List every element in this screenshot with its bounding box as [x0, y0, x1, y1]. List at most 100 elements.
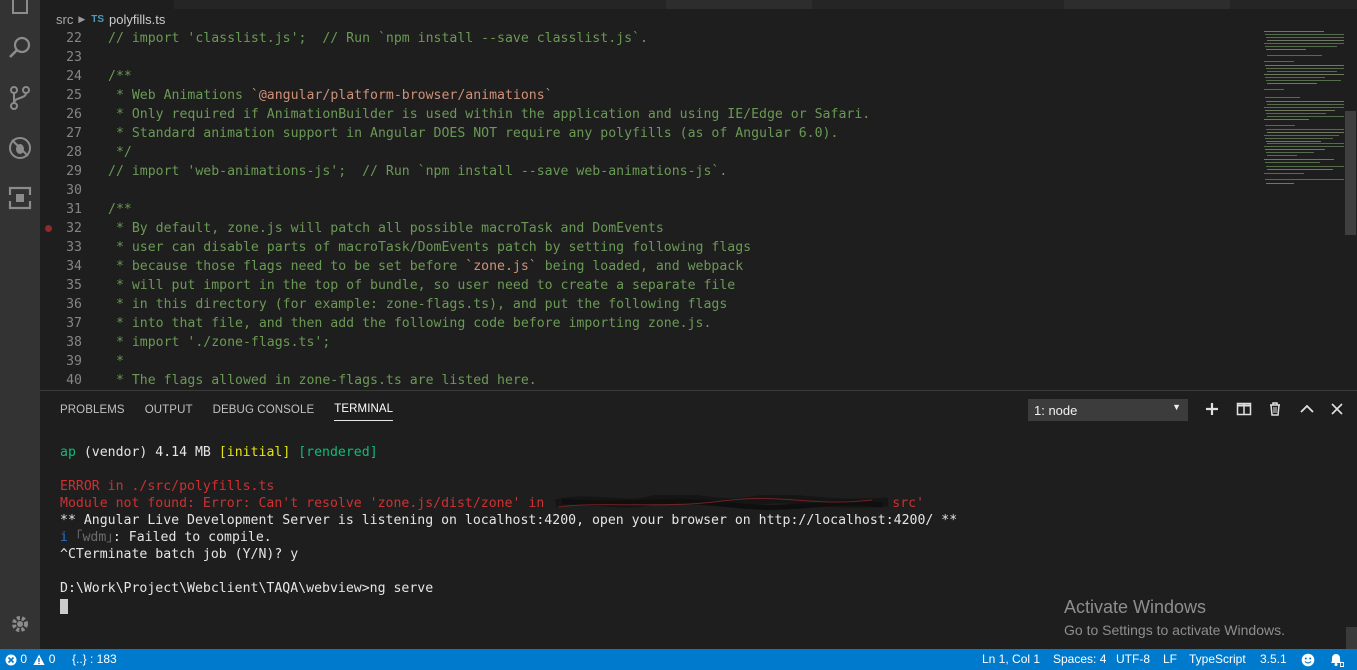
terminal-line: ^CTerminate batch job (Y/N)? y [60, 546, 298, 563]
terminal-text: ap [60, 445, 76, 460]
code-line[interactable]: 40 * The flags allowed in zone-flags.ts … [40, 371, 1220, 390]
split-terminal-button[interactable] [1233, 399, 1255, 419]
breadcrumb-file[interactable]: polyfills.ts [109, 12, 165, 27]
typescript-version[interactable]: 3.5.1 [1260, 649, 1287, 670]
maximize-panel-button[interactable] [1296, 399, 1318, 419]
tab[interactable] [666, 0, 812, 9]
code-text: * in this directory (for example: zone-f… [108, 295, 727, 314]
code-line[interactable]: 31 /** [40, 200, 1220, 219]
warning-icon [33, 654, 45, 665]
minimap-line [1267, 40, 1345, 41]
close-panel-button[interactable] [1326, 399, 1348, 419]
code-line[interactable]: 32 * By default, zone.js will patch all … [40, 219, 1220, 238]
code-comment: // import 'web-animations-js'; // Run `n… [108, 164, 728, 179]
minimap-line [1266, 183, 1294, 184]
line-number: 36 [66, 297, 82, 312]
code-comment: * will put import in the top of bundle, … [108, 278, 736, 293]
tab-debug-console[interactable]: DEBUG CONSOLE [213, 402, 315, 416]
code-line[interactable]: 28 */ [40, 143, 1220, 162]
typescript-file-icon: TS [91, 13, 105, 25]
tab[interactable] [1064, 0, 1230, 9]
cursor-position[interactable]: Ln 1, Col 1 [982, 649, 1040, 670]
line-number: 34 [66, 259, 82, 274]
minimap-line [1264, 107, 1356, 108]
code-string: `@angular/platform-browser/animations` [250, 88, 553, 103]
code-line[interactable]: 39 * [40, 352, 1220, 371]
code-line[interactable]: 25 * Web Animations `@angular/platform-b… [40, 86, 1220, 105]
minimap[interactable] [1222, 29, 1357, 390]
code-line[interactable]: 33 * user can disable parts of macroTask… [40, 238, 1220, 257]
source-control-icon[interactable] [4, 82, 36, 114]
code-line[interactable]: 26 * Only required if AnimationBuilder i… [40, 105, 1220, 124]
code-line[interactable]: 27 * Standard animation support in Angul… [40, 124, 1220, 143]
line-number: 26 [66, 107, 82, 122]
end-of-line[interactable]: LF [1163, 649, 1177, 670]
code-line[interactable]: 24 /** [40, 67, 1220, 86]
code-comment: * [108, 354, 124, 369]
kill-terminal-button[interactable] [1264, 399, 1286, 419]
editor-scrollbar-thumb[interactable] [1345, 111, 1356, 235]
smiley-icon[interactable] [1301, 652, 1315, 667]
code-string: `zone.js` [465, 259, 537, 274]
code-line[interactable]: 37 * into that file, and then add the fo… [40, 314, 1220, 333]
terminal-text: Module not found: Error: Can't resolve '… [60, 496, 553, 511]
terminal-text: ^CTerminate batch job (Y/N)? y [60, 547, 299, 562]
line-number: 22 [66, 31, 82, 46]
bottom-panel: PROBLEMS OUTPUT DEBUG CONSOLE TERMINAL 1: n… [40, 390, 1357, 650]
tab-problems[interactable]: PROBLEMS [60, 402, 125, 416]
code-line[interactable]: 22 // import 'classlist.js'; // Run `npm … [40, 29, 1220, 48]
terminal-text: : Failed to compile. [112, 530, 272, 545]
language-mode[interactable]: TypeScript [1189, 649, 1246, 670]
code-text: * [108, 352, 124, 371]
tab-output[interactable]: OUTPUT [145, 402, 193, 416]
extensions-icon[interactable] [4, 182, 36, 214]
problems-status[interactable]: 0 0 [5, 649, 55, 670]
terminal-select[interactable]: 1: node ▼ [1028, 399, 1188, 421]
indentation[interactable]: Spaces: 4 [1053, 649, 1106, 670]
code-line[interactable]: 38 * import './zone-flags.ts'; [40, 333, 1220, 352]
tab-terminal[interactable]: TERMINAL [334, 397, 394, 421]
code-text: // import 'web-animations-js'; // Run `n… [108, 162, 727, 181]
explorer-icon[interactable] [4, 0, 36, 22]
code-line[interactable]: 30 [40, 181, 1220, 200]
error-icon [5, 654, 17, 666]
code-editor[interactable]: 22 // import 'classlist.js'; // Run `npm … [40, 29, 1357, 390]
minimap-line [1265, 65, 1345, 66]
terminal-scrollbar-thumb[interactable] [1346, 627, 1357, 649]
line-number: 38 [66, 335, 82, 350]
code-comment: being loaded, and webpack [536, 259, 744, 274]
terminal-line: ERROR in ./src/polyfills.ts [60, 478, 274, 495]
line-number: 31 [66, 202, 82, 217]
code-text: * import './zone-flags.ts'; [108, 333, 330, 352]
encoding[interactable]: UTF-8 [1116, 649, 1150, 670]
editor-tab-strip [40, 0, 1357, 9]
code-line[interactable]: 29 // import 'web-animations-js'; // Run … [40, 162, 1220, 181]
code-text: // import 'classlist.js'; // Run `npm in… [108, 29, 648, 48]
braces-status[interactable]: {..} : 183 [72, 649, 117, 670]
code-line[interactable]: 34 * because those flags need to be set … [40, 257, 1220, 276]
code-line[interactable]: 35 * will put import in the top of bundl… [40, 276, 1220, 295]
terminal-text: i [60, 530, 68, 545]
new-terminal-button[interactable] [1201, 399, 1223, 419]
terminal-text: ** Angular Live Development Server is li… [60, 513, 958, 528]
breadcrumb-folder[interactable]: src [56, 12, 73, 27]
code-comment: */ [108, 145, 132, 160]
line-number: 33 [66, 240, 82, 255]
code-line[interactable]: 36 * in this directory (for example: zon… [40, 295, 1220, 314]
minimap-line [1264, 146, 1346, 147]
search-icon[interactable] [4, 32, 36, 64]
bell-icon[interactable] [1328, 652, 1344, 667]
minimap-line [1266, 68, 1356, 69]
active-tab[interactable] [40, 0, 174, 9]
code-text: */ [108, 143, 132, 162]
breadcrumb: src ▶ TS polyfills.ts [40, 9, 1357, 29]
watermark-subtitle: Go to Settings to activate Windows. [1064, 622, 1285, 638]
debug-icon[interactable] [4, 132, 36, 164]
code-text: * user can disable parts of macroTask/Do… [108, 238, 751, 257]
activity-bar [0, 0, 40, 649]
terminal-line: D:\Work\Project\Webclient\TAQA\webview>n… [60, 580, 433, 597]
minimap-line [1264, 61, 1294, 62]
code-line[interactable]: 23 [40, 48, 1220, 67]
gear-icon[interactable] [4, 608, 36, 640]
activate-windows-watermark: Activate Windows Go to Settings to activ… [1064, 597, 1285, 638]
